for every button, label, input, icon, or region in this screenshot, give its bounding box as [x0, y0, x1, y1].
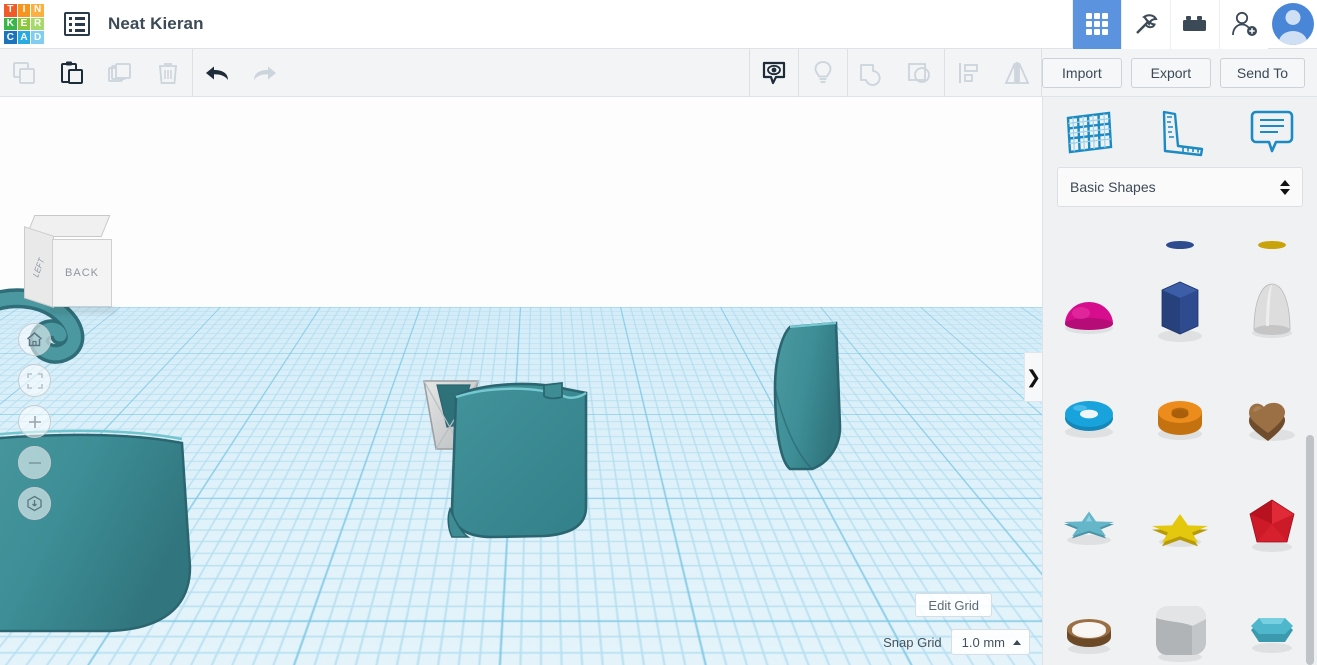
- snap-grid-dropdown[interactable]: 1.0 mm: [950, 629, 1030, 655]
- show-hide-icon[interactable]: [750, 49, 798, 97]
- shape-half-sphere[interactable]: [1043, 255, 1135, 363]
- paste-icon[interactable]: [48, 49, 96, 97]
- shape-library-value: Basic Shapes: [1070, 179, 1156, 195]
- shape-grid-container[interactable]: [1043, 225, 1317, 665]
- notes-icon[interactable]: [1226, 106, 1317, 158]
- view-cube[interactable]: LEFT BACK: [22, 215, 118, 314]
- edit-toolbar: Import Export Send To: [0, 48, 1317, 97]
- shape-polygon-solid[interactable]: [1226, 471, 1317, 579]
- tinkercad-logo[interactable]: T I N K E R C A D: [2, 2, 46, 46]
- delete-icon[interactable]: [144, 49, 192, 97]
- view-cube-front-label: BACK: [65, 267, 99, 279]
- spinner-icon: [1280, 179, 1290, 195]
- shape-library-select-wrap: Basic Shapes: [1043, 167, 1317, 207]
- send-to-button[interactable]: Send To: [1219, 57, 1305, 88]
- snap-grid-label: Snap Grid: [883, 634, 942, 650]
- perspective-toggle-icon[interactable]: [18, 487, 51, 520]
- logo-tile: D: [31, 31, 44, 44]
- top-bar-actions: [1072, 0, 1317, 49]
- view-cube-shadow: [48, 307, 116, 314]
- logo-tile: I: [17, 4, 31, 17]
- copy-icon[interactable]: [0, 49, 48, 97]
- logo-tile: R: [31, 17, 44, 31]
- panel-tool-tabs: [1043, 97, 1317, 167]
- ruler-icon[interactable]: [1134, 106, 1225, 158]
- shape-cell-clipped[interactable]: [1135, 225, 1227, 255]
- align-icon[interactable]: [945, 49, 993, 97]
- shapes-panel: Basic Shapes: [1042, 97, 1317, 665]
- shape-star-3d[interactable]: [1043, 471, 1135, 579]
- duplicate-icon[interactable]: [96, 49, 144, 97]
- visibility-tools: [750, 49, 798, 97]
- logo-tile: N: [31, 4, 44, 17]
- pickaxe-icon[interactable]: [1121, 0, 1170, 49]
- fit-to-view-icon[interactable]: [18, 364, 51, 397]
- page-title: Neat Kieran: [108, 14, 204, 33]
- logo-tile: T: [4, 4, 17, 17]
- workplane-grid: [0, 97, 1042, 307]
- shape-star[interactable]: [1135, 471, 1227, 579]
- view-cube-left-label: LEFT: [31, 255, 47, 279]
- design-canvas[interactable]: LEFT BACK ❯ Edit Grid Snap Grid 1.0 mm: [0, 97, 1042, 665]
- shape-grid: [1043, 225, 1317, 665]
- view-navigation-controls: [18, 323, 51, 520]
- snap-grid-control: Snap Grid 1.0 mm: [883, 629, 1030, 655]
- apps-grid-icon[interactable]: [1072, 0, 1121, 49]
- shape-panel-scrollbar[interactable]: [1306, 435, 1314, 665]
- logo-tile: E: [17, 17, 31, 31]
- shape-hexagon-prism[interactable]: [1135, 255, 1227, 363]
- caret-up-icon: [1013, 639, 1021, 645]
- export-button[interactable]: Export: [1130, 57, 1211, 88]
- workplane-icon[interactable]: [1043, 106, 1134, 158]
- history-tools: [193, 49, 289, 97]
- import-button[interactable]: Import: [1041, 57, 1122, 88]
- ungroup-icon[interactable]: [896, 49, 944, 97]
- redo-icon[interactable]: [241, 49, 289, 97]
- hint-tools: [799, 49, 847, 97]
- shape-paraboloid[interactable]: [1226, 255, 1317, 363]
- collapse-panel-arrow[interactable]: ❯: [1024, 352, 1042, 402]
- shape-ring[interactable]: [1043, 579, 1135, 665]
- workplane-tint: [0, 97, 1042, 307]
- shape-cell-clipped[interactable]: [1043, 225, 1135, 255]
- shape-library-select[interactable]: Basic Shapes: [1057, 167, 1303, 207]
- undo-icon[interactable]: [193, 49, 241, 97]
- group-tools: [848, 49, 944, 97]
- list-menu-icon[interactable]: [60, 7, 94, 41]
- logo-tile: C: [4, 31, 17, 44]
- view-cube-left-face[interactable]: LEFT: [24, 226, 54, 308]
- home-view-icon[interactable]: [18, 323, 51, 356]
- add-person-icon[interactable]: [1219, 0, 1268, 49]
- lightbulb-icon[interactable]: [799, 49, 847, 97]
- zoom-in-icon[interactable]: [18, 405, 51, 438]
- group-icon[interactable]: [848, 49, 896, 97]
- view-cube-front-face[interactable]: BACK: [52, 239, 112, 307]
- snap-grid-value: 1.0 mm: [961, 634, 1005, 650]
- arrange-tools: [945, 49, 1041, 97]
- tinkercad-editor: T I N K E R C A D Neat Kieran Import Exp…: [0, 0, 1317, 665]
- shape-cell-clipped[interactable]: [1226, 225, 1317, 255]
- logo-tile: K: [4, 17, 17, 31]
- clipboard-tools: [0, 49, 192, 97]
- user-avatar[interactable]: [1268, 0, 1317, 49]
- shape-gem[interactable]: [1226, 579, 1317, 665]
- shape-rounded-cube[interactable]: [1135, 579, 1227, 665]
- shape-heart[interactable]: [1226, 363, 1317, 471]
- shape-torus[interactable]: [1043, 363, 1135, 471]
- mirror-icon[interactable]: [993, 49, 1041, 97]
- shape-tube[interactable]: [1135, 363, 1227, 471]
- zoom-out-icon[interactable]: [18, 446, 51, 479]
- file-actions: Import Export Send To: [1041, 57, 1317, 88]
- lego-brick-icon[interactable]: [1170, 0, 1219, 49]
- logo-tile: A: [17, 31, 31, 44]
- top-bar: T I N K E R C A D Neat Kieran: [0, 0, 1317, 49]
- edit-grid-button[interactable]: Edit Grid: [915, 593, 992, 617]
